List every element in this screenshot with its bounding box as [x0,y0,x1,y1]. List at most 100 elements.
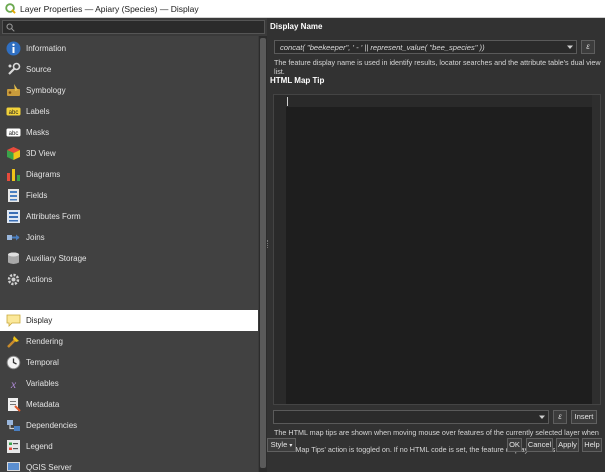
insert-expression-combo[interactable] [273,410,549,424]
style-menu-button[interactable]: Style ▾ [267,438,296,452]
nav-item-source[interactable]: Source [0,59,258,80]
rendering-icon [7,336,19,348]
title-bar: Layer Properties — Apiary (Species) — Di… [0,0,605,18]
nav-item-fields[interactable]: Fields [0,185,258,206]
nav-item-label: Joins [26,233,45,242]
search-icon [6,23,15,32]
nav-item-label: Attributes Form [26,212,81,221]
nav-item-label: Labels [26,107,50,116]
display-name-expression-text: concat( "beekeeper", ' - ' || represent_… [280,43,485,52]
nav-item-label: Auxiliary Storage [26,254,87,263]
legend-icon [7,440,20,453]
nav-item-dependencies[interactable]: Dependencies [0,415,258,436]
nav-item-label: Fields [26,191,48,200]
section-list-scrollbar[interactable] [259,36,267,472]
svg-text:abc: abc [9,131,19,137]
nav-item-variables[interactable]: x Variables [0,373,258,394]
map-tip-help: The HTML map tips are shown when moving … [274,428,604,455]
nav-item-actions[interactable]: Actions [0,269,258,290]
html-map-tip-heading: HTML Map Tip [270,76,325,85]
nav-item-label: Temporal [26,358,59,367]
nav-item-metadata[interactable]: Metadata [0,394,258,415]
nav-item-masks[interactable]: abc Masks [0,122,258,143]
chevron-down-icon [567,45,573,49]
qgis-server-icon [7,462,20,471]
nav-item-information[interactable]: Information [0,38,258,59]
qgis-logo-icon [5,3,16,14]
style-button-label: Style [270,440,288,449]
cancel-button[interactable]: Cancel [526,438,553,452]
nav-item-label: Actions [26,275,53,284]
fields-icon [8,189,19,202]
nav-item-temporal[interactable]: Temporal [0,352,258,373]
information-icon [6,41,21,56]
display-name-expression-combo[interactable]: concat( "beekeeper", ' - ' || represent_… [274,40,577,54]
apply-button[interactable]: Apply [556,438,579,452]
temporal-icon [6,355,21,370]
nav-item-label: Rendering [26,337,63,346]
map-tip-help-line-1: The HTML map tips are shown when moving … [274,428,599,445]
insert-expression-builder-button[interactable]: ε [553,410,567,424]
left-panel: Information Source Symbology abc Labels … [0,18,267,472]
nav-item-label: 3D View [26,149,56,158]
nav-item-label: Legend [26,442,53,451]
window-title: Layer Properties — Apiary (Species) — Di… [20,4,199,14]
variables-icon: x [10,377,17,391]
nav-item-attributes-form[interactable]: Attributes Form [0,206,258,227]
source-icon [8,62,21,75]
map-tip-help-line-2: 'Show Map Tips' action is toggled on. If… [274,445,575,454]
nav-item-label: Masks [26,128,50,137]
nav-item-label: QGIS Server [26,463,72,472]
symbology-icon [7,84,20,96]
insert-button[interactable]: Insert [571,410,597,424]
labels-icon: abc [6,107,21,116]
editor-gutter [274,95,286,404]
nav-item-label: Information [26,44,67,53]
nav-item-label: Source [26,65,52,74]
nav-item-label: Metadata [26,400,60,409]
text-caret [287,97,288,106]
section-list: Information Source Symbology abc Labels … [0,36,258,472]
nav-item-label: Symbology [26,86,66,95]
svg-text:abc: abc [9,110,19,116]
display-name-help: The feature display name is used in iden… [274,58,601,76]
editor-text-area[interactable] [286,95,593,404]
nav-item-label: Variables [26,379,59,388]
nav-item-display[interactable]: Display [0,310,258,331]
editor-scrollbar[interactable] [592,95,600,404]
ok-button[interactable]: OK [507,438,522,452]
3d-view-icon [7,147,20,160]
search-input[interactable] [2,20,265,34]
actions-icon [7,273,20,286]
display-icon [6,314,21,327]
nav-item-rendering[interactable]: Rendering [0,331,258,352]
auxiliary-storage-icon [8,252,19,264]
nav-item-diagrams[interactable]: Diagrams [0,164,258,185]
metadata-icon [8,398,21,412]
html-map-tip-editor[interactable] [273,94,601,405]
help-button[interactable]: Help [582,438,602,452]
nav-item-label: Display [26,316,53,325]
attributes-form-icon [7,210,20,223]
diagrams-icon [7,169,20,181]
chevron-down-icon [539,415,545,419]
chevron-down-icon: ▾ [289,443,293,449]
joins-icon [7,234,20,241]
expression-builder-button[interactable]: ε [581,40,595,54]
nav-item-auxiliary-storage[interactable]: Auxiliary Storage [0,248,258,269]
nav-item-3d-view[interactable]: 3D View [0,143,258,164]
nav-item-label: Dependencies [26,421,78,430]
editor-current-line [286,95,593,107]
nav-item-labels[interactable]: abc Labels [0,101,258,122]
svg-text:x: x [10,377,17,391]
nav-item-symbology[interactable]: Symbology [0,80,258,101]
display-name-heading: Display Name [270,22,323,31]
nav-item-legend[interactable]: Legend [0,436,258,457]
scrollbar-thumb[interactable] [260,38,266,468]
dependencies-icon [7,420,20,431]
nav-item-joins[interactable]: Joins [0,227,258,248]
display-page: Display Name concat( "beekeeper", ' - ' … [269,18,605,472]
nav-item-label: Diagrams [26,170,61,179]
nav-item-qgis-server[interactable]: QGIS Server [0,457,258,472]
masks-icon: abc [6,128,21,137]
